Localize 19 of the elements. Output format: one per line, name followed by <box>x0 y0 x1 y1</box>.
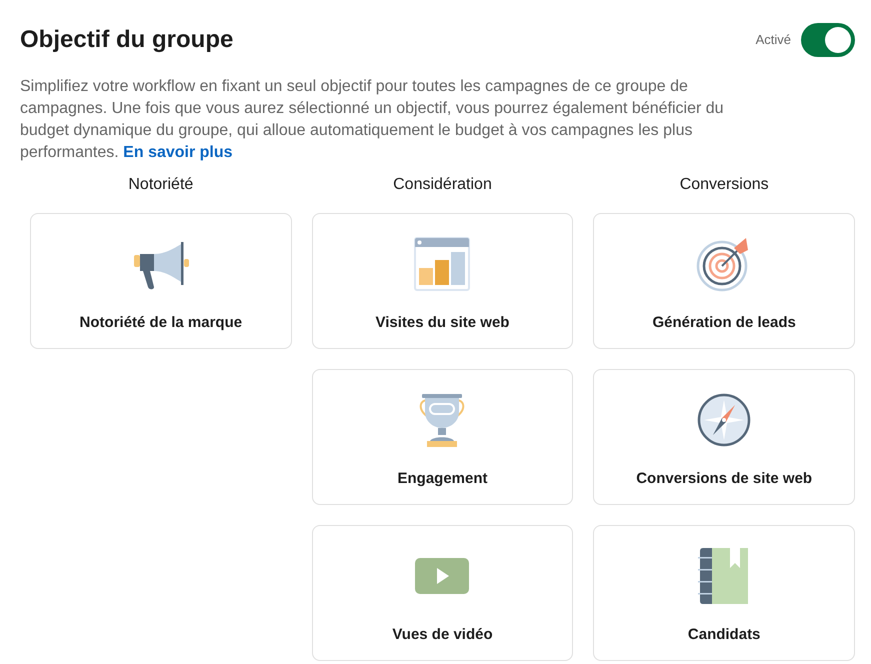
objective-card[interactable]: Conversions de site web <box>593 369 855 505</box>
objective-card[interactable]: Candidats <box>593 525 855 661</box>
bar-chart-window-icon <box>414 237 470 291</box>
toggle-label: Activé <box>756 31 791 50</box>
notebook-icon <box>698 548 750 604</box>
objective-card[interactable]: Visites du site web <box>312 213 574 349</box>
learn-more-link[interactable]: En savoir plus <box>123 144 233 161</box>
toggle-switch[interactable] <box>801 23 855 57</box>
objective-card[interactable]: Génération de leads <box>593 213 855 349</box>
column-heading: Notoriété <box>128 175 194 195</box>
column-heading: Conversions <box>680 175 769 195</box>
description-text: Simplifiez votre workflow en fixant un seul objectif pour toutes les campagnes de ce groupe de campagnes. Une fois que vous aurez sélectionné un objectif, vous pourrez également bénéficier du budget dynamique du groupe, qui alloue automatiquement le budget à vos campagnes les plus performantes. En savoir plus <box>20 77 725 163</box>
column-heading: Considération <box>393 175 492 195</box>
compass-icon <box>696 392 752 448</box>
objective-card[interactable]: Engagement <box>312 369 574 505</box>
objective-card[interactable]: Notoriété de la marque <box>30 213 292 349</box>
section-title: Objectif du groupe <box>20 25 234 55</box>
objective-card[interactable]: Vues de vidéo <box>312 525 574 661</box>
video-play-icon <box>415 558 470 594</box>
